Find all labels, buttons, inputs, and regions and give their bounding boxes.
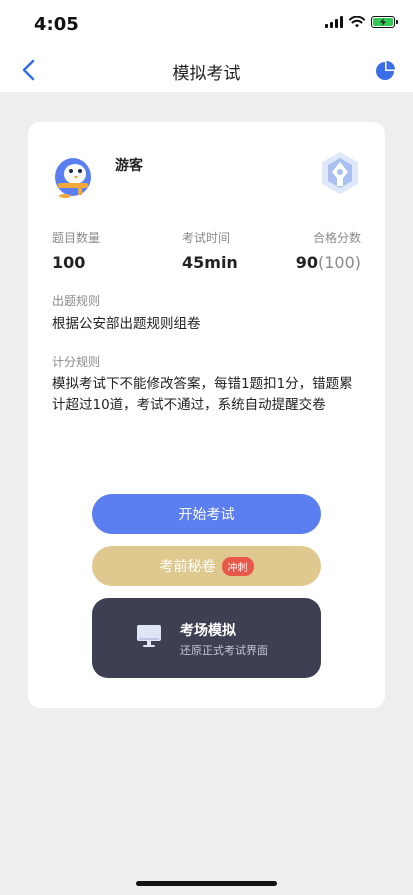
penguin-avatar: [55, 158, 91, 198]
exam-simulation-subtitle: 还原正式考试界面: [180, 644, 268, 657]
battery-icon: [371, 16, 398, 28]
stat-value-text: 45min: [182, 253, 238, 272]
pen-nib-badge-icon: [322, 152, 358, 194]
start-exam-label: 开始考试: [178, 507, 235, 523]
signal-icon: [325, 16, 343, 28]
score-rule-text: 模拟考试下不能修改答案，每错1题扣1分，错题累计超过10道，考试不通过，系统自动…: [52, 376, 353, 413]
stat-value-exam-time: 45min: [182, 253, 238, 272]
nav-bar: 模拟考试: [0, 48, 413, 92]
exam-simulation-button[interactable]: 考场模拟 还原正式考试界面: [92, 598, 321, 678]
status-bar: 4:05: [0, 0, 413, 48]
stat-label-exam-time: 考试时间: [182, 231, 231, 245]
score-rule-label: 计分规则: [52, 355, 101, 369]
exam-simulation-title: 考场模拟: [180, 623, 236, 639]
stat-total-score: (100): [317, 253, 361, 272]
secret-paper-label: 考前秘卷: [159, 559, 216, 575]
stat-value-question-count: 100: [52, 253, 85, 272]
stat-label-pass-score: 合格分数: [312, 231, 361, 245]
exam-card: 游客 题目数量 100 考试时间 45min 合格分数 90(100) 出题规则…: [28, 122, 385, 708]
pie-chart-icon[interactable]: [373, 58, 397, 82]
status-time: 4:05: [34, 14, 79, 35]
sprint-tag: 冲刺: [221, 556, 254, 576]
page-title: 模拟考试: [172, 64, 241, 84]
stat-value-text: 100: [52, 253, 86, 272]
status-icons: [325, 16, 398, 28]
stat-value-text: 90: [295, 253, 318, 272]
stat-value-pass-score: 90(100): [296, 253, 361, 272]
home-indicator: [136, 881, 277, 886]
wifi-icon: [349, 16, 365, 28]
question-rule-label: 出题规则: [52, 294, 101, 308]
username: 游客: [115, 158, 143, 174]
question-rule-text: 根据公安部出题规则组卷: [52, 316, 201, 332]
secret-paper-button[interactable]: 考前秘卷 冲刺: [92, 546, 321, 586]
stat-label-question-count: 题目数量: [52, 231, 101, 245]
monitor-icon: [137, 625, 161, 647]
start-exam-button[interactable]: 开始考试: [92, 494, 321, 534]
